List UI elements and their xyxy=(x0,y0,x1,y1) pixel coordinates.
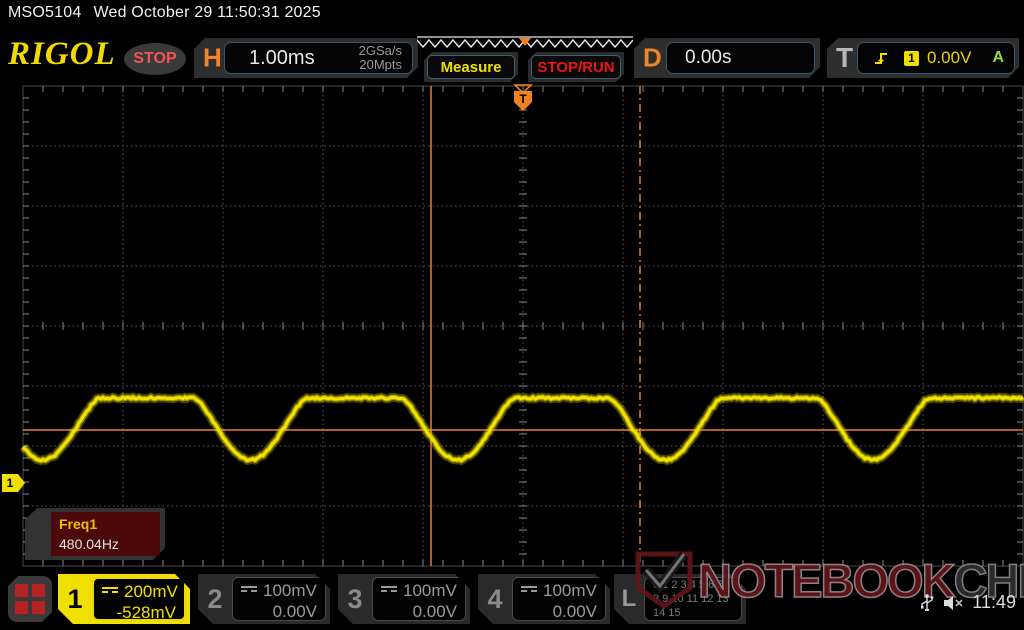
logic-row-2: 8 9 10 11 12 13 14 15 xyxy=(653,592,741,620)
channel-4-button[interactable]: 4 100mV 0.00V xyxy=(478,574,610,624)
logic-channels-button[interactable]: L 0 1 2 3 4 5 6 7 8 9 10 11 12 13 14 15 xyxy=(614,574,746,624)
measurement-box[interactable]: Freq1 480.04Hz xyxy=(25,508,165,560)
logic-label: L xyxy=(614,574,644,624)
channel-3-scale: 100mV xyxy=(403,581,457,601)
logic-row-1: 0 1 2 3 4 5 6 7 xyxy=(653,578,741,592)
channel-4-well: 100mV 0.00V xyxy=(512,577,606,621)
measurement-box-inner: Freq1 480.04Hz xyxy=(51,512,160,556)
svg-text:T: T xyxy=(519,92,527,106)
bottom-bar: 1 200mV -528mV 2 100mV 0.00V 3 100mV 0.0… xyxy=(0,568,1024,630)
channel-2-well: 100mV 0.00V xyxy=(232,577,326,621)
channel-1-number: 1 xyxy=(58,574,92,624)
channel-1-offset: -528mV xyxy=(102,603,176,623)
channel-2-button[interactable]: 2 100mV 0.00V xyxy=(198,574,330,624)
channel-1-scale: 200mV xyxy=(124,582,178,602)
measurement-name: Freq1 xyxy=(59,516,152,532)
clock: 11:49 xyxy=(972,592,1016,613)
logic-well: 0 1 2 3 4 5 6 7 8 9 10 11 12 13 14 15 xyxy=(644,577,742,621)
channel-2-number: 2 xyxy=(198,574,232,624)
channel-2-offset: 0.00V xyxy=(241,602,317,622)
measurement-value: 480.04Hz xyxy=(59,536,152,552)
system-tray: 11:49 xyxy=(920,592,1016,613)
channel-1-position-marker[interactable]: 1 xyxy=(2,474,25,492)
channel-1-well: 200mV -528mV xyxy=(92,577,186,621)
dc-coupling-icon xyxy=(241,586,257,596)
channel-3-offset: 0.00V xyxy=(381,602,457,622)
grid-icon xyxy=(15,601,28,614)
grid-icon xyxy=(15,584,28,597)
grid-icon xyxy=(32,584,45,597)
menu-grid-button[interactable] xyxy=(8,576,52,622)
grid-icon xyxy=(32,601,45,614)
channel-3-number: 3 xyxy=(338,574,372,624)
mute-speaker-icon xyxy=(942,594,964,612)
channel-3-button[interactable]: 3 100mV 0.00V xyxy=(338,574,470,624)
channel-4-number: 4 xyxy=(478,574,512,624)
dc-coupling-icon xyxy=(381,586,397,596)
channel-3-well: 100mV 0.00V xyxy=(372,577,466,621)
oscilloscope-screen: MSO5104Wed October 29 11:50:31 2025 RIGO… xyxy=(0,0,1024,630)
dc-coupling-icon xyxy=(102,587,118,597)
svg-text:1: 1 xyxy=(7,476,14,490)
channel-2-scale: 100mV xyxy=(263,581,317,601)
usb-icon xyxy=(920,593,934,613)
channel-1-button[interactable]: 1 200mV -528mV xyxy=(58,574,190,624)
channel-4-offset: 0.00V xyxy=(521,602,597,622)
dc-coupling-icon xyxy=(521,586,537,596)
channel-4-scale: 100mV xyxy=(543,581,597,601)
